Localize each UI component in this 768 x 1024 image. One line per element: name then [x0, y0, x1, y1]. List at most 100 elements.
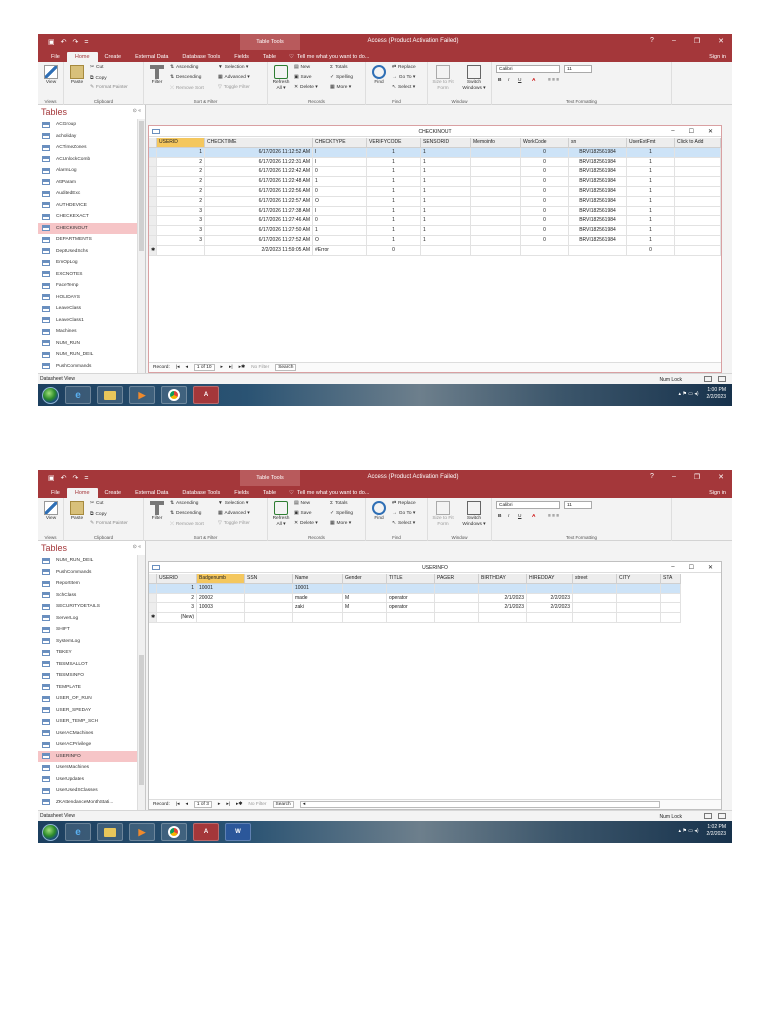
- nav-item-pushcommands[interactable]: PushCommands: [38, 567, 137, 579]
- underline-button[interactable]: U: [518, 514, 521, 519]
- cell-hiredday[interactable]: 2/2/2023: [527, 593, 573, 604]
- nav-item-userusedsclasses[interactable]: UserUsedSClasses: [38, 785, 137, 797]
- nav-item-deptusedschs[interactable]: DeptUsedSchs: [38, 246, 137, 258]
- cell-click-to-add[interactable]: [675, 206, 721, 217]
- totals-button[interactable]: Σ Totals: [330, 501, 348, 506]
- format-painter-button[interactable]: ✎ Format Painter: [90, 521, 128, 526]
- nav-item-template[interactable]: TEMPLATE: [38, 682, 137, 694]
- record-position-input[interactable]: 1 of 10: [193, 364, 215, 371]
- nav-item-checkinout[interactable]: CHECKINOUT: [38, 222, 137, 234]
- cell-sensorid[interactable]: 1: [421, 216, 471, 227]
- cell-city[interactable]: [617, 613, 661, 623]
- column-header-street[interactable]: street: [573, 574, 617, 584]
- table-row[interactable]: 2 6/17/2026 11:22:57 AM O 1 1 0 BRVI182561984 1: [149, 196, 721, 207]
- customize-qat-icon[interactable]: =: [84, 475, 88, 482]
- cell-sensorid[interactable]: 1: [421, 186, 471, 197]
- table-row[interactable]: 2 6/17/2026 11:22:56 AM 0 1 1 0 BRVI182561984 1: [149, 186, 721, 197]
- cell-sensorid[interactable]: 1: [421, 226, 471, 236]
- align-icons[interactable]: ≡ ≡ ≡: [548, 78, 559, 83]
- cell-userextfmt[interactable]: 1: [627, 147, 675, 158]
- column-header-hiredday[interactable]: HIREDDAY: [527, 574, 573, 584]
- size-to-fit-button[interactable]: Size to Fit Form: [432, 501, 454, 528]
- font-color-icon[interactable]: A: [532, 78, 535, 83]
- tab-external-data[interactable]: External Data: [128, 490, 175, 498]
- cell-workcode[interactable]: 0: [521, 235, 569, 246]
- nav-item-user-of-run[interactable]: USER_OF_RUN: [38, 693, 137, 705]
- nav-item-reportitem[interactable]: ReportItem: [38, 578, 137, 590]
- cell-birthday[interactable]: 2/1/2023: [479, 603, 527, 614]
- table-row[interactable]: 2 20002 made Moperator 2/1/2023 2/2/2023: [149, 593, 721, 604]
- find-button[interactable]: Find: [368, 501, 390, 522]
- font-name-select[interactable]: Calibri: [496, 501, 560, 509]
- size-to-fit-button[interactable]: Size to Fit Form: [432, 65, 454, 92]
- column-header-userid[interactable]: USERID: [157, 574, 197, 584]
- table-row[interactable]: 1 6/17/2026 11:12:52 AM I 1 1 0 BRVI182561984 1: [149, 147, 721, 158]
- cell-checktime[interactable]: 6/17/2026 11:22:42 AM: [205, 167, 313, 178]
- cell-click-to-add[interactable]: [675, 226, 721, 236]
- column-header-birthday[interactable]: BIRTHDAY: [479, 574, 527, 584]
- goto-button[interactable]: → Go To ▾: [392, 75, 415, 80]
- cell-checktime[interactable]: 6/17/2026 11:27:50 AM: [205, 226, 313, 236]
- copy-button[interactable]: ⧉ Copy: [90, 511, 107, 518]
- cell-ssn[interactable]: [245, 603, 293, 614]
- undo-icon[interactable]: ↶: [61, 474, 67, 482]
- cell-checktype[interactable]: I: [313, 147, 367, 158]
- cell-memoinfo[interactable]: [471, 186, 521, 197]
- cell-pager[interactable]: [435, 603, 479, 614]
- nav-item-alarmlog[interactable]: AlarmLog: [38, 165, 137, 177]
- nav-pane-controls[interactable]: ⊙ «: [133, 108, 141, 114]
- cell-checktime[interactable]: 6/17/2026 11:12:52 AM: [205, 147, 313, 158]
- cell-userid[interactable]: 3: [157, 226, 205, 236]
- ie-taskbar-icon[interactable]: e: [65, 386, 91, 404]
- nav-item-excnotes[interactable]: EXCNOTES: [38, 269, 137, 281]
- table-restore-button[interactable]: ☐: [689, 128, 694, 135]
- nav-item-acholiday[interactable]: acholiday: [38, 131, 137, 143]
- table-close-button[interactable]: ✕: [708, 128, 713, 135]
- cell-sensorid[interactable]: 1: [421, 167, 471, 178]
- cell-ssn[interactable]: [245, 583, 293, 594]
- close-button[interactable]: ✕: [718, 473, 724, 481]
- nav-item-num-run-deil[interactable]: NUM_RUN_DEIL: [38, 349, 137, 361]
- cell-badgenumb[interactable]: 10003: [197, 603, 245, 614]
- font-color-icon[interactable]: A: [532, 514, 535, 519]
- record-selector[interactable]: [149, 235, 157, 246]
- cell-pager[interactable]: [435, 613, 479, 623]
- nav-item-tbsmsinfo[interactable]: TBSMSINFO: [38, 670, 137, 682]
- cell-sensorid[interactable]: 1: [421, 177, 471, 187]
- cell-memoinfo[interactable]: [471, 245, 521, 256]
- cell-name[interactable]: [293, 613, 343, 623]
- restore-button[interactable]: ❐: [694, 473, 700, 481]
- customize-qat-icon[interactable]: =: [84, 39, 88, 46]
- descending-button[interactable]: ⇅ Descending: [170, 511, 201, 516]
- column-header-click-to-add[interactable]: Click to Add: [675, 138, 721, 148]
- cell-memoinfo[interactable]: [471, 216, 521, 227]
- refresh-button[interactable]: Refresh All ▾: [270, 65, 292, 92]
- next-record-button[interactable]: ▸: [218, 802, 220, 807]
- toggle-filter-button[interactable]: ▽ Toggle Filter: [218, 521, 250, 526]
- word-taskbar-icon[interactable]: W: [225, 823, 251, 841]
- cell-gender[interactable]: [343, 583, 387, 594]
- next-record-button[interactable]: ▸: [221, 365, 223, 370]
- cell-sn[interactable]: BRVI182561984: [569, 226, 627, 236]
- cell-hiredday[interactable]: [527, 613, 573, 623]
- access-taskbar-icon[interactable]: A: [193, 823, 219, 841]
- cell-userid[interactable]: 2: [157, 593, 197, 604]
- column-header-name[interactable]: Name: [293, 574, 343, 584]
- column-header-memoinfo[interactable]: Memoinfo: [471, 138, 521, 148]
- cell-checktype[interactable]: 0: [313, 186, 367, 197]
- cell-checktype[interactable]: I: [313, 157, 367, 168]
- nav-item-shift[interactable]: SHIFT: [38, 624, 137, 636]
- cell-memoinfo[interactable]: [471, 196, 521, 207]
- font-size-select[interactable]: 11: [564, 501, 592, 509]
- cell-name[interactable]: 10001: [293, 583, 343, 594]
- cell-click-to-add[interactable]: [675, 186, 721, 197]
- filter-button[interactable]: Filter: [146, 65, 168, 86]
- tab-database-tools[interactable]: Database Tools: [175, 54, 227, 62]
- descending-button[interactable]: ⇅ Descending: [170, 75, 201, 80]
- tab-database-tools[interactable]: Database Tools: [175, 490, 227, 498]
- datasheet-view-icon[interactable]: [704, 376, 712, 382]
- nav-item-actimezones[interactable]: ACTimeZones: [38, 142, 137, 154]
- cell-sensorid[interactable]: 1: [421, 147, 471, 158]
- record-selector[interactable]: [149, 177, 157, 187]
- record-selector[interactable]: [149, 157, 157, 168]
